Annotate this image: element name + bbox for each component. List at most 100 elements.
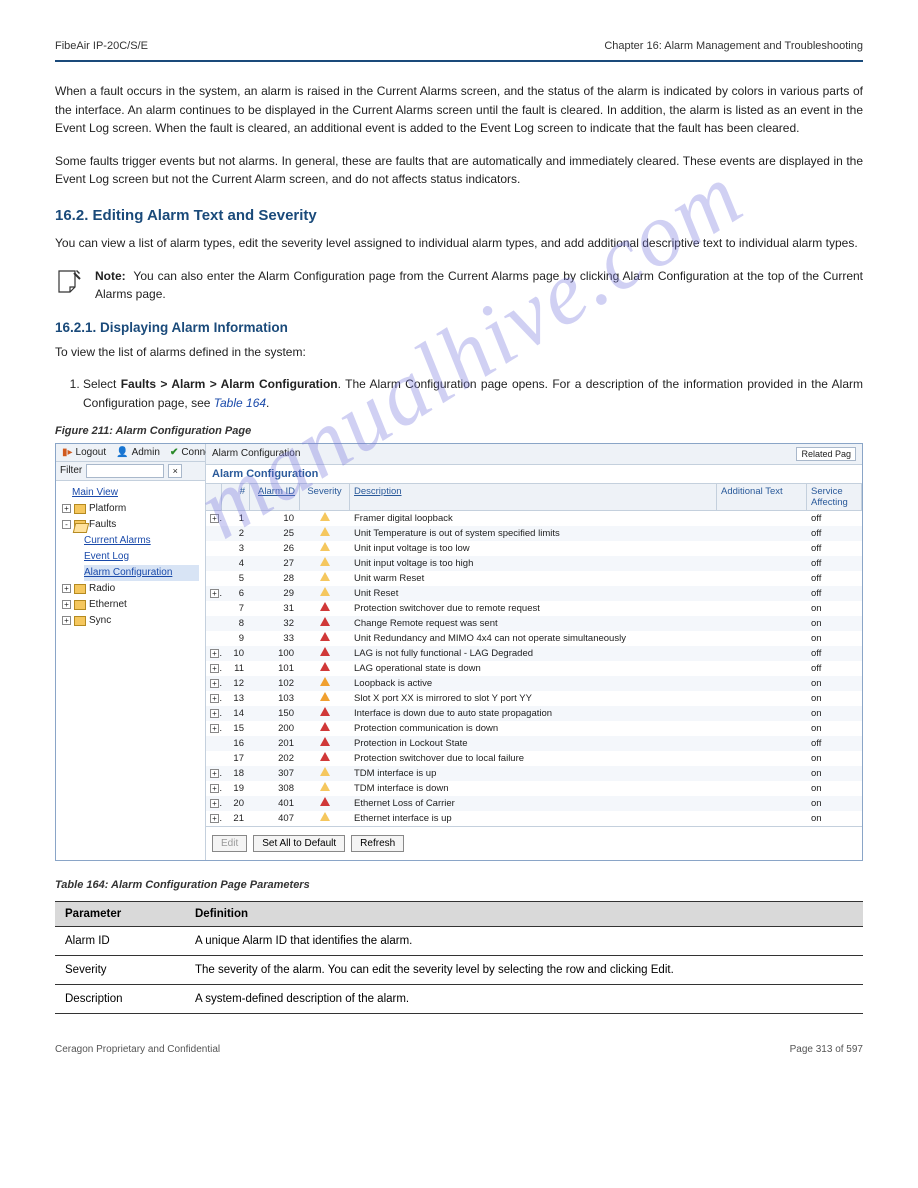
cell-severity <box>300 647 350 659</box>
table-row[interactable]: +21407Ethernet interface is upon <box>206 811 862 826</box>
cell-service: off <box>807 558 862 569</box>
row-expand-icon[interactable]: + <box>210 799 219 808</box>
severity-triangle-icon <box>320 722 330 731</box>
cell-alarm-id: 100 <box>250 648 300 659</box>
table-row[interactable]: +12102Loopback is activeon <box>206 676 862 691</box>
cell-severity <box>300 737 350 749</box>
col-service[interactable]: Service Affecting <box>807 484 862 510</box>
cell-description: Unit input voltage is too high <box>350 558 717 569</box>
row-expand-icon[interactable]: + <box>210 769 219 778</box>
cell-alarm-id: 201 <box>250 738 300 749</box>
table-row[interactable]: +110Framer digital loopbackoff <box>206 511 862 526</box>
expand-icon[interactable]: + <box>62 504 71 513</box>
nav-alarm-configuration[interactable]: Alarm Configuration <box>84 565 199 581</box>
table-row[interactable]: +15200Protection communication is downon <box>206 721 862 736</box>
col-severity[interactable]: Severity <box>300 484 350 510</box>
table-row[interactable]: +20401Ethernet Loss of Carrieron <box>206 796 862 811</box>
nav-ethernet[interactable]: +Ethernet <box>62 597 199 613</box>
header-left: FibeAir IP-20C/S/E <box>55 40 148 52</box>
alarm-grid: # Alarm ID Severity Description Addition… <box>206 483 862 826</box>
cell-service: on <box>807 603 862 614</box>
set-all-default-button[interactable]: Set All to Default <box>253 835 345 852</box>
cell-description: Loopback is active <box>350 678 717 689</box>
row-expand-icon[interactable]: + <box>210 514 219 523</box>
nav-current-alarms[interactable]: Current Alarms <box>84 533 199 549</box>
table-row[interactable]: 731Protection switchover due to remote r… <box>206 601 862 616</box>
row-expand-icon[interactable]: + <box>210 589 219 598</box>
row-expand-icon[interactable]: + <box>210 724 219 733</box>
content-sub-title: Alarm Configuration <box>206 465 862 483</box>
cell-alarm-id: 202 <box>250 753 300 764</box>
col-num[interactable]: # <box>222 484 250 510</box>
table-row[interactable]: +18307TDM interface is upon <box>206 766 862 781</box>
table-row[interactable]: +14150Interface is down due to auto stat… <box>206 706 862 721</box>
nav-event-log[interactable]: Event Log <box>84 549 199 565</box>
admin-button[interactable]: 👤Admin <box>116 447 160 458</box>
table-row[interactable]: 17202Protection switchover due to local … <box>206 751 862 766</box>
row-expand-icon[interactable]: + <box>210 784 219 793</box>
row-expand-icon[interactable]: + <box>210 679 219 688</box>
cell-alarm-id: 31 <box>250 603 300 614</box>
figure-caption: Figure 211: Alarm Configuration Page <box>55 425 863 437</box>
cell-service: off <box>807 663 862 674</box>
col-description[interactable]: Description <box>350 484 717 510</box>
col-expander <box>206 484 222 510</box>
cell-num: 15 <box>222 723 250 734</box>
cell-service: on <box>807 768 862 779</box>
row-expand-icon[interactable]: + <box>210 664 219 673</box>
table-row[interactable]: 528Unit warm Resetoff <box>206 571 862 586</box>
nav-main-view[interactable]: Main View <box>72 485 199 501</box>
severity-triangle-icon <box>320 557 330 566</box>
row-expand-icon[interactable]: + <box>210 709 219 718</box>
step-1-link[interactable]: Table 164 <box>214 396 266 410</box>
col-additional[interactable]: Additional Text <box>717 484 807 510</box>
cell-severity <box>300 752 350 764</box>
table-row[interactable]: +13103Slot X port XX is mirrored to slot… <box>206 691 862 706</box>
expand-icon[interactable]: + <box>62 600 71 609</box>
severity-triangle-icon <box>320 647 330 656</box>
row-expand-icon[interactable]: + <box>210 814 219 823</box>
table-row[interactable]: +10100LAG is not fully functional - LAG … <box>206 646 862 661</box>
table-row[interactable]: +11101LAG operational state is downoff <box>206 661 862 676</box>
table-row[interactable]: 225Unit Temperature is out of system spe… <box>206 526 862 541</box>
col-alarm-id[interactable]: Alarm ID <box>250 484 300 510</box>
logout-button[interactable]: ▮▸Logout <box>62 447 106 458</box>
table-row: DescriptionA system-defined description … <box>55 984 863 1013</box>
cell-description: Protection switchover due to local failu… <box>350 753 717 764</box>
table-row[interactable]: +629Unit Resetoff <box>206 586 862 601</box>
cell-description: Unit Redundancy and MIMO 4x4 can not ope… <box>350 633 717 644</box>
cell-alarm-id: 25 <box>250 528 300 539</box>
cell-severity <box>300 782 350 794</box>
user-icon: 👤 <box>116 447 128 458</box>
cell-alarm-id: 10 <box>250 513 300 524</box>
nav-platform[interactable]: +Platform <box>62 501 199 517</box>
nav-radio[interactable]: +Radio <box>62 581 199 597</box>
cell-num: 5 <box>222 573 250 584</box>
nav-sync[interactable]: +Sync <box>62 613 199 629</box>
expand-icon[interactable]: + <box>62 616 71 625</box>
table-row[interactable]: 933Unit Redundancy and MIMO 4x4 can not … <box>206 631 862 646</box>
edit-button[interactable]: Edit <box>212 835 247 852</box>
table-row[interactable]: 427Unit input voltage is too highoff <box>206 556 862 571</box>
collapse-icon[interactable]: - <box>62 520 71 529</box>
cell-severity <box>300 587 350 599</box>
table-row[interactable]: 326Unit input voltage is too lowoff <box>206 541 862 556</box>
severity-triangle-icon <box>320 677 330 686</box>
row-expand-icon[interactable]: + <box>210 694 219 703</box>
expand-icon[interactable]: + <box>62 584 71 593</box>
cell-alarm-id: 103 <box>250 693 300 704</box>
severity-triangle-icon <box>320 572 330 581</box>
filter-input[interactable] <box>86 464 164 478</box>
row-expand-icon[interactable]: + <box>210 649 219 658</box>
cell-service: on <box>807 753 862 764</box>
table-row[interactable]: 16201Protection in Lockout Stateoff <box>206 736 862 751</box>
filter-clear-button[interactable]: × <box>168 464 182 478</box>
page-header: FibeAir IP-20C/S/E Chapter 16: Alarm Man… <box>55 40 863 52</box>
related-pages-button[interactable]: Related Pag <box>796 447 856 461</box>
table-row[interactable]: 832Change Remote request was senton <box>206 616 862 631</box>
refresh-button[interactable]: Refresh <box>351 835 404 852</box>
cell-service: on <box>807 813 862 824</box>
table-164: Parameter Definition Alarm IDA unique Al… <box>55 901 863 1014</box>
table-row[interactable]: +19308TDM interface is downon <box>206 781 862 796</box>
nav-faults[interactable]: -Faults <box>62 517 199 533</box>
